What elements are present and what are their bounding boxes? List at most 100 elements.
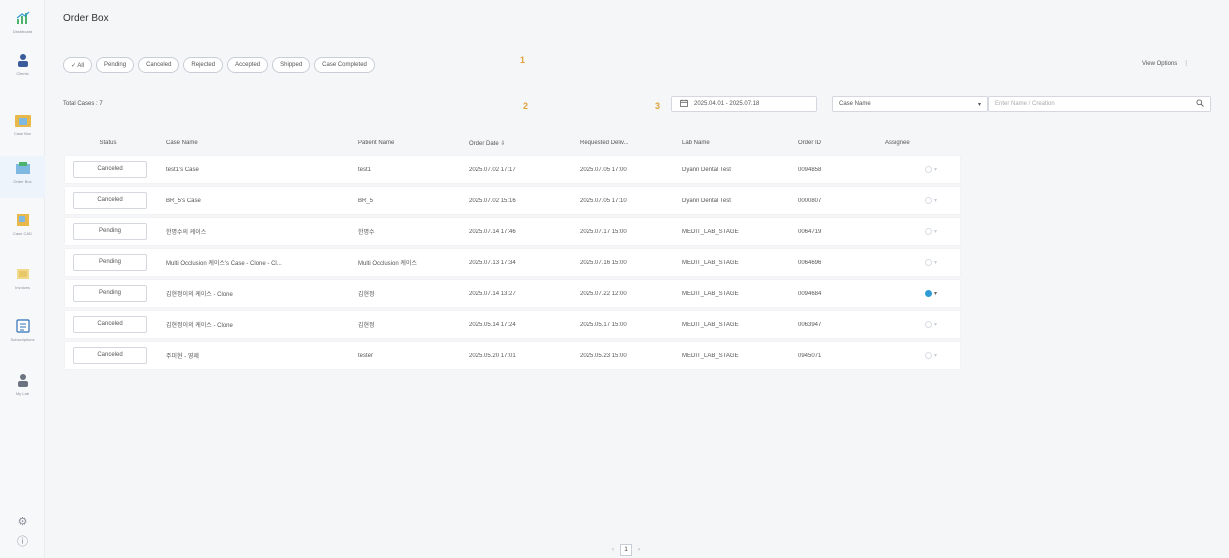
lab-name-cell: Dyann Dental Test [682,166,731,173]
table-row[interactable]: Canceled BR_5's Case BR_5 2025.07.02 15:… [65,187,960,214]
search-field-value: Case Name [839,101,871,107]
assignee-selector[interactable]: ▾ [925,290,953,297]
chevron-down-icon: ▾ [934,198,938,204]
order-id-cell: 0000807 [798,197,822,204]
document-icon [13,210,33,230]
assignee-selector[interactable]: ▾ [925,228,953,235]
order-id-cell: 0063947 [798,321,822,328]
sidebar-item-case-cad[interactable]: Case CAD [0,208,45,250]
order-date-cell: 2025.07.02 17:17 [469,166,516,173]
search-input[interactable]: Enter Name / Creation [988,96,1211,112]
case-name-cell: 주미현 - 영제 [166,354,199,360]
column-header-patient-name[interactable]: Patient Name [358,140,454,146]
lab-name-cell: MEDIT_LAB_STAGE [682,321,739,328]
patient-name-cell: tester [358,352,374,359]
chevron-down-icon: ▾ [934,167,938,173]
order-date-cell: 2025.05.14 17:24 [469,321,516,328]
requested-date-cell: 2025.07.05 17:10 [580,197,627,204]
total-cases: Total Cases : 7 [63,101,103,107]
sidebar-item-invoices[interactable]: Invoices [0,262,45,304]
orders-table: Status Case Name Patient Name Order Date… [65,130,960,373]
sidebar-item-clients[interactable]: Clients [0,48,45,90]
requested-date-cell: 2025.07.05 17:00 [580,166,627,173]
chart-icon [13,8,33,28]
assignee-selector[interactable]: ▾ [925,197,953,204]
lab-name-cell: MEDIT_LAB_STAGE [682,352,739,359]
assignee-selector[interactable]: ▾ [925,321,953,328]
sidebar-item-dashboard[interactable]: Dashboard [0,6,45,48]
status-filter-bar: ✓ All Pending Canceled Rejected Accepted… [63,57,375,73]
table-row[interactable]: Canceled 김현정이의 케이스 - Clone 김현정 2025.05.1… [65,311,960,338]
user-icon [13,50,33,70]
column-header-order-id[interactable]: Order ID [798,140,868,146]
status-badge: Pending [73,285,147,302]
prev-page-button[interactable]: ‹ [612,547,614,553]
pagination: ‹ 1 › [612,544,640,556]
status-badge: Pending [73,223,147,240]
case-name-cell: test1's Case [166,166,199,173]
order-id-cell: 0094858 [798,166,822,173]
settings-icon[interactable]: ⚙ [0,512,45,530]
sidebar-item-my-lab[interactable]: My Lab [0,368,45,410]
view-options-label: View Options [1142,60,1178,67]
filter-chip-canceled[interactable]: Canceled [138,57,180,73]
folder-icon [13,110,33,130]
filter-chip-all[interactable]: ✓ All [63,57,93,73]
table-row[interactable]: Pending 김현정이의 케이스 - Clone 김현정 2025.07.14… [65,280,960,307]
patient-name-cell: 김현정 [358,292,375,298]
column-header-case-name[interactable]: Case Name [166,140,354,146]
sidebar-item-order-box[interactable]: Order Box [0,156,45,198]
lab-name-cell: Dyann Dental Test [682,197,731,204]
table-row[interactable]: Canceled 주미현 - 영제 tester 2025.05.20 17:0… [65,342,960,369]
case-name-cell: 김현정이의 케이스 - Clone [166,323,233,329]
table-row[interactable]: Pending Multi Occlusion 케이스's Case - Clo… [65,249,960,276]
chevron-down-icon: ▾ [934,322,938,328]
search-field-select[interactable]: Case Name ▾ [832,96,988,112]
sidebar-item-subscriptions[interactable]: Subscriptions [0,314,45,356]
profile-icon [13,370,33,390]
filter-chip-shipped[interactable]: Shipped [272,57,311,73]
table-row[interactable]: Pending 한명수의 케이스 한명수 2025.07.14 17:46 20… [65,218,960,245]
chevron-down-icon: ▾ [934,291,938,297]
status-badge: Canceled [73,347,147,364]
assignee-selector[interactable]: ▾ [925,259,953,266]
search-icon [1196,99,1204,109]
assignee-avatar [925,228,932,235]
column-header-order-date[interactable]: Order Date ⇩ [469,140,574,147]
requested-date-cell: 2025.05.23 15:00 [580,352,627,359]
status-badge: Canceled [73,316,147,333]
filter-chip-pending[interactable]: Pending [96,57,135,73]
chevron-down-icon: ▾ [934,229,938,235]
assignee-selector[interactable]: ▾ [925,166,953,173]
patient-name-cell: Multi Occlusion 케이스 [358,261,417,267]
date-range-picker[interactable]: 2025.04.01 - 2025.07.18 [671,96,817,112]
assignee-avatar [925,290,932,297]
table-row[interactable]: Canceled test1's Case test1 2025.07.02 1… [65,156,960,183]
filter-chip-accepted[interactable]: Accepted [227,57,269,73]
next-page-button[interactable]: › [638,547,640,553]
sidebar: Dashboard Clients Case Box Order Box Cas… [0,0,45,558]
case-name-cell: Multi Occlusion 케이스's Case - Clone - Cl.… [166,261,282,267]
patient-name-cell: 한명수 [358,230,375,236]
page-button-current[interactable]: 1 [620,544,632,556]
filter-chip-case-completed[interactable]: Case Completed [314,57,375,73]
filter-chip-rejected[interactable]: Rejected [183,57,224,73]
sidebar-item-case-box[interactable]: Case Box [0,108,45,150]
column-header-lab-name[interactable]: Lab Name [682,140,792,146]
page-title: Order Box [63,13,109,24]
info-icon[interactable]: ⓘ [0,532,45,550]
annotation-marker-1: 1 [520,55,526,65]
patient-name-cell: 김현정 [358,323,375,329]
order-date-cell: 2025.07.14 13:27 [469,290,516,297]
status-badge: Pending [73,254,147,271]
column-header-assignee[interactable]: Assignee [885,140,960,146]
order-id-cell: 0064719 [798,228,822,235]
view-options-button[interactable]: View Options ⋮ [1142,60,1190,68]
case-name-cell: 한명수의 케이스 [166,230,207,236]
column-header-status[interactable]: Status [65,140,151,146]
assignee-selector[interactable]: ▾ [925,352,953,359]
case-name-cell: 김현정이의 케이스 - Clone [166,292,233,298]
more-vertical-icon: ⋮ [1183,61,1190,67]
column-header-requested-delivery[interactable]: Requested Deliv... [580,140,676,146]
box-icon [13,158,33,178]
